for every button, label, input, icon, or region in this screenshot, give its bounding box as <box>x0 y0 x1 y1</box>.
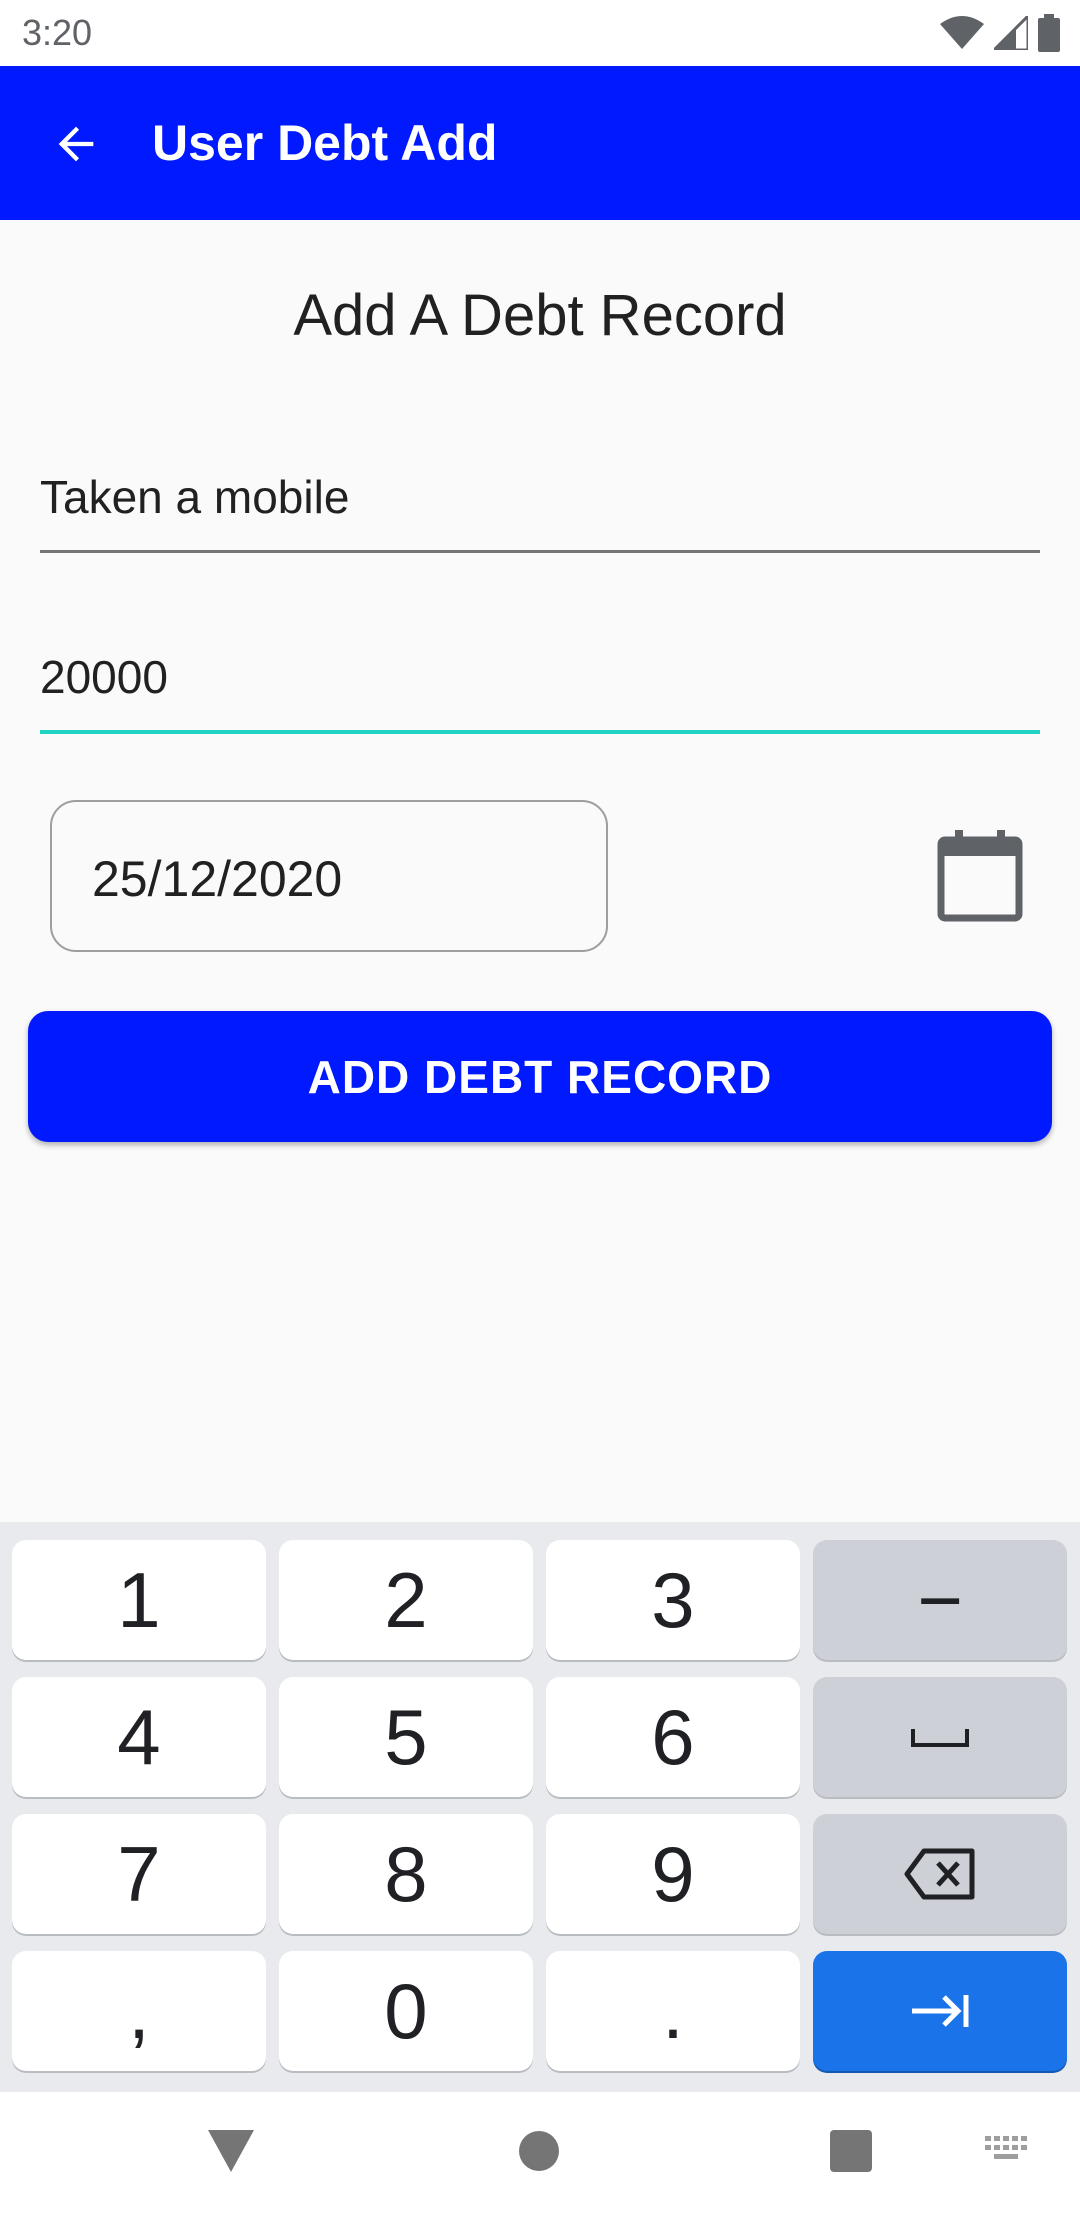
amount-field[interactable]: 20000 <box>40 650 1040 734</box>
amount-value: 20000 <box>40 651 168 703</box>
key-7[interactable]: 7 <box>12 1814 266 1934</box>
key-1[interactable]: 1 <box>12 1540 266 1660</box>
keyboard-icon <box>985 2136 1027 2159</box>
page-heading: Add A Debt Record <box>293 283 787 348</box>
key-5[interactable]: 5 <box>279 1677 533 1797</box>
next-icon <box>912 1995 969 2027</box>
space-key[interactable] <box>813 1677 1067 1797</box>
nav-home-button[interactable] <box>514 2126 564 2176</box>
nav-back-button[interactable] <box>206 2126 256 2176</box>
nav-recents-icon <box>830 2130 872 2172</box>
signal-icon <box>994 16 1028 50</box>
key-6[interactable]: 6 <box>546 1677 800 1797</box>
battery-icon <box>1038 14 1060 52</box>
screen: 3:20 User Debt Add Add A Debt Record Tak… <box>0 0 1080 2220</box>
key-3[interactable]: 3 <box>546 1540 800 1660</box>
date-field[interactable]: 25/12/2020 <box>50 800 608 952</box>
calendar-button[interactable] <box>930 826 1030 926</box>
back-button[interactable] <box>36 104 116 184</box>
status-bar: 3:20 <box>0 0 1080 66</box>
date-value: 25/12/2020 <box>92 851 343 907</box>
add-debt-record-button[interactable]: ADD DEBT RECORD <box>28 1011 1052 1142</box>
key-4[interactable]: 4 <box>12 1677 266 1797</box>
numeric-keyboard: 1 2 3 − 4 5 6 7 8 9 , 0 . <box>0 1522 1080 2092</box>
description-field[interactable]: Taken a mobile <box>40 470 1040 553</box>
keyboard-switch-button[interactable] <box>982 2126 1032 2176</box>
arrow-back-icon <box>58 126 94 162</box>
status-time: 3:20 <box>22 12 93 53</box>
key-period[interactable]: . <box>546 1951 800 2071</box>
space-icon <box>911 1729 969 1747</box>
status-icons <box>940 14 1060 52</box>
app-title: User Debt Add <box>152 115 498 171</box>
key-9[interactable]: 9 <box>546 1814 800 1934</box>
backspace-icon <box>904 1848 975 1900</box>
key-0[interactable]: 0 <box>279 1951 533 2071</box>
description-value: Taken a mobile <box>40 471 350 523</box>
nav-home-icon <box>519 2131 559 2171</box>
next-key[interactable] <box>813 1951 1067 2071</box>
nav-recents-button[interactable] <box>826 2126 876 2176</box>
key-8[interactable]: 8 <box>279 1814 533 1934</box>
app-bar: User Debt Add <box>0 66 1080 220</box>
wifi-icon <box>940 16 984 49</box>
nav-back-icon <box>208 2130 254 2172</box>
calendar-icon <box>937 830 1023 922</box>
key-minus[interactable]: − <box>813 1540 1067 1660</box>
key-comma[interactable]: , <box>12 1951 266 2071</box>
backspace-key[interactable] <box>813 1814 1067 1934</box>
key-2[interactable]: 2 <box>279 1540 533 1660</box>
navigation-bar <box>0 2092 1080 2220</box>
